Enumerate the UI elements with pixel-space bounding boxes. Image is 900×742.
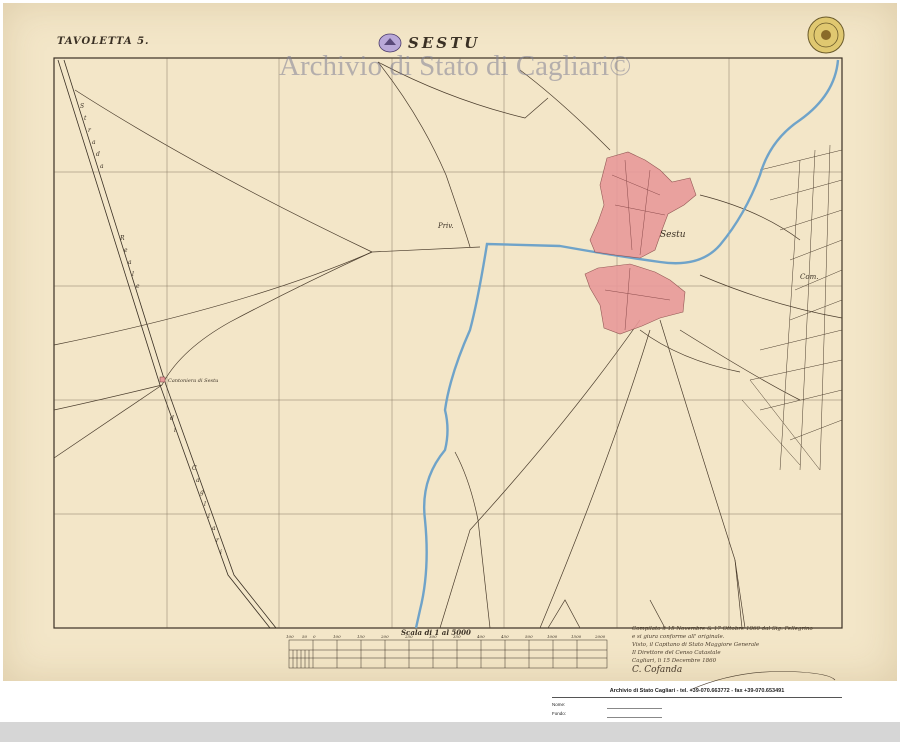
svg-text:d: d (170, 415, 174, 422)
river (414, 59, 840, 629)
scale-tick: 150 (357, 634, 365, 639)
certification-note: Compilato li 15 Novembre & 17 Ottobre 18… (632, 625, 842, 676)
archive-divider (552, 697, 842, 698)
com-label: Com. (800, 273, 819, 281)
scale-tick: 450 (500, 634, 509, 639)
cert-line: Visto, il Capitano di Stato Maggiore Gen… (632, 642, 760, 648)
scale-tick: 100 (333, 634, 341, 639)
minor-roads (53, 61, 843, 629)
svg-text:r: r (88, 127, 92, 134)
map-frame (53, 57, 843, 629)
scale-bar (288, 639, 608, 669)
settlement-sestu (584, 151, 697, 335)
cert-line: Compilato li 15 Novembre & 17 Ottobre 18… (632, 626, 813, 632)
priv-label: Priv. (438, 222, 454, 230)
archive-fund-field (607, 710, 662, 718)
scale-tick: 1500 (571, 634, 582, 639)
svg-text:R: R (119, 235, 125, 242)
archive-info-panel: Archivio di Stato Cagliari - tel. +39-07… (552, 688, 842, 718)
svg-text:r: r (216, 537, 220, 544)
svg-text:a: a (128, 259, 132, 266)
archive-name-field (607, 701, 662, 709)
svg-text:i: i (208, 513, 210, 520)
scale-tick: 0 (313, 634, 316, 639)
svg-text:i: i (174, 427, 176, 434)
scale-tick: 500 (525, 634, 533, 639)
scale-title: Scala di 1 al 5000 (401, 628, 471, 637)
cert-line: Il Direttore del Censo Catastale (632, 650, 721, 656)
svg-text:a: a (92, 139, 96, 146)
svg-text:i: i (220, 549, 222, 556)
watermark: Archivio di Stato di Cagliari© (279, 50, 632, 82)
map-grid (54, 58, 842, 628)
svg-text:C: C (192, 465, 197, 472)
scale-tick: 400 (476, 634, 485, 639)
svg-text:a: a (196, 477, 200, 484)
scale-tick: 100 (286, 634, 294, 639)
archive-header: Archivio di Stato Cagliari - tel. +39-07… (609, 688, 785, 694)
svg-text:a: a (100, 163, 104, 170)
road-label: Str ada Rea le di Cag lia ri (80, 103, 222, 556)
sheet-label: TAVOLETTA 5. (57, 36, 150, 47)
cantoniera-building (159, 376, 166, 383)
archive-fund-label: Fondo: (552, 711, 567, 716)
svg-text:a: a (212, 525, 216, 532)
archive-stamp-icon (807, 16, 845, 54)
scale-tick: 200 (380, 634, 389, 639)
archive-name-label: Nome: (552, 702, 566, 707)
svg-text:d: d (96, 151, 100, 158)
scale-tick: 2000 (594, 634, 606, 639)
cert-line: Cagliari, li 15 Decembre 1860 (632, 658, 717, 664)
svg-text:g: g (200, 489, 204, 496)
svg-text:e: e (124, 247, 128, 254)
cert-line: e si giura conforme all' originale. (632, 634, 725, 640)
svg-text:l: l (204, 501, 206, 508)
cantoniera-label: Cantoniera di Sestu (168, 378, 219, 384)
parcel-lines (741, 144, 843, 471)
svg-text:l: l (132, 271, 134, 278)
svg-text:e: e (136, 283, 140, 290)
svg-text:t: t (84, 115, 87, 122)
cert-signature: C. Cofanda (632, 665, 683, 675)
scale-tick: 1000 (547, 634, 558, 639)
viewer-footer-bar (0, 722, 900, 742)
town-label: Sestu (660, 230, 686, 240)
svg-text:S: S (80, 103, 84, 110)
scale-tick: 50 (302, 634, 308, 639)
